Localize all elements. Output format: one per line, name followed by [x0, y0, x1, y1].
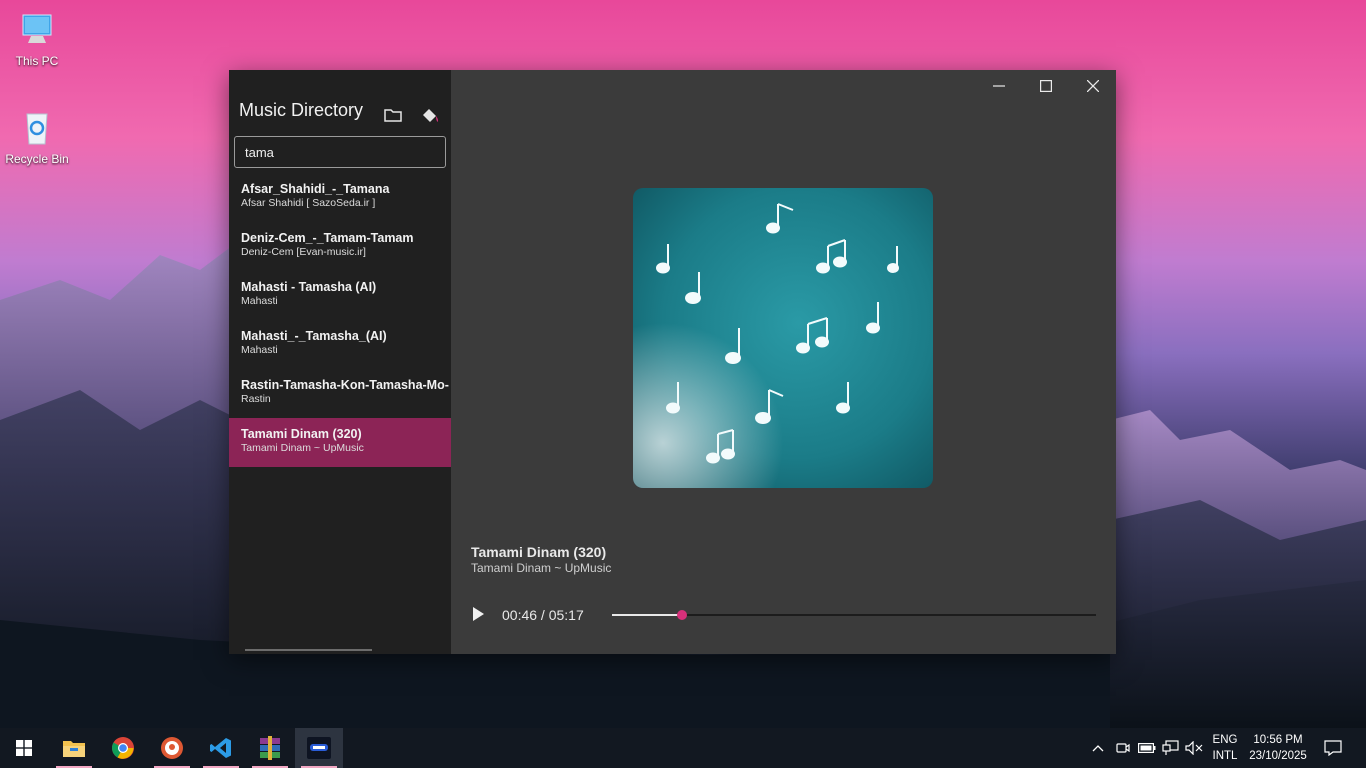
maximize-button[interactable]: [1031, 76, 1061, 96]
network-tray-button[interactable]: [1161, 738, 1181, 758]
volume-muted-icon: [1185, 741, 1203, 755]
song-title: Tamami Dinam (320): [241, 427, 362, 441]
song-title: Afsar_Shahidi_-_Tamana: [241, 182, 390, 196]
playback-time: 00:46 / 05:17: [502, 607, 584, 623]
song-artist: Rastin: [241, 393, 271, 405]
taskbar-music-player[interactable]: [295, 728, 343, 768]
close-icon: [1087, 80, 1099, 92]
notification-icon: [1324, 740, 1342, 756]
battery-tray-button[interactable]: [1137, 738, 1157, 758]
horizontal-scrollbar[interactable]: [245, 649, 372, 651]
taskbar-chrome[interactable]: [99, 728, 147, 768]
volume-tray-button[interactable]: [1184, 738, 1204, 758]
theme-color-button[interactable]: [419, 104, 441, 126]
language-code: ENG: [1212, 734, 1238, 746]
recycle-bin-desktop-icon[interactable]: Recycle Bin: [2, 108, 72, 166]
music-player-window: Music Directory Afsar_Shahidi_-_Tamana A…: [229, 70, 1116, 654]
minimize-icon: [993, 85, 1005, 87]
chrome-icon: [112, 737, 134, 759]
song-artist: Tamami Dinam ~ UpMusic: [241, 442, 364, 454]
desktop-icon-label: Recycle Bin: [5, 152, 69, 166]
taskbar-vscode[interactable]: [197, 728, 245, 768]
minimize-button[interactable]: [984, 76, 1014, 96]
meet-now-tray-button[interactable]: [1113, 738, 1133, 758]
this-pc-desktop-icon[interactable]: This PC: [2, 10, 72, 68]
folder-icon: [384, 109, 402, 122]
album-cover-art: [633, 188, 933, 488]
winrar-icon: [260, 736, 280, 760]
now-playing-title: Tamami Dinam (320): [471, 544, 607, 560]
desktop-icon-label: This PC: [15, 54, 59, 68]
song-list-item[interactable]: Mahasti - Tamasha (AI) Mahasti: [229, 271, 451, 320]
taskbar: ENG INTL 10:56 PM 23/10/2025: [0, 728, 1366, 768]
song-list-item[interactable]: Afsar_Shahidi_-_Tamana Afsar Shahidi [ S…: [229, 173, 451, 222]
song-list-item[interactable]: Deniz-Cem_-_Tamam-Tamam Deniz-Cem [Evan-…: [229, 222, 451, 271]
play-icon: [473, 607, 484, 621]
taskbar-winrar[interactable]: [246, 728, 294, 768]
song-list: Afsar_Shahidi_-_Tamana Afsar Shahidi [ S…: [229, 173, 451, 467]
clock-time: 10:56 PM: [1253, 734, 1303, 746]
duckduckgo-icon: [161, 737, 183, 759]
paint-bucket-icon: [423, 109, 438, 122]
now-playing-artist: Tamami Dinam ~ UpMusic: [471, 561, 612, 575]
taskbar-clock[interactable]: 10:56 PM 23/10/2025: [1244, 732, 1312, 764]
song-title: Mahasti_-_Tamasha_(AI): [241, 329, 387, 343]
song-title: Rastin-Tamasha-Kon-Tamasha-Mo-: [241, 378, 449, 392]
folder-icon: [63, 741, 85, 757]
play-button[interactable]: [469, 605, 487, 623]
music-app-icon: [307, 737, 331, 759]
windows-logo-icon: [16, 740, 32, 756]
input-language-indicator[interactable]: ENG INTL: [1210, 732, 1240, 764]
seek-thumb[interactable]: [677, 610, 688, 620]
action-center-button[interactable]: [1323, 738, 1343, 758]
keyboard-layout: INTL: [1212, 750, 1238, 762]
song-list-item[interactable]: Rastin-Tamasha-Kon-Tamasha-Mo- Rastin: [229, 369, 451, 418]
network-icon: [1162, 740, 1179, 755]
song-title: Mahasti - Tamasha (AI): [241, 280, 377, 294]
clock-date: 23/10/2025: [1249, 750, 1307, 762]
sidebar: Music Directory Afsar_Shahidi_-_Tamana A…: [229, 70, 451, 654]
search-input[interactable]: [234, 136, 446, 168]
taskbar-duckduckgo[interactable]: [148, 728, 196, 768]
sidebar-title: Music Directory: [239, 100, 364, 120]
song-title: Deniz-Cem_-_Tamam-Tamam: [241, 231, 414, 245]
maximize-icon: [1040, 80, 1052, 92]
song-artist: Mahasti: [241, 344, 278, 356]
camera-icon: [1116, 743, 1130, 753]
seek-slider[interactable]: [612, 607, 1096, 623]
computer-icon: [17, 10, 57, 50]
song-artist: Deniz-Cem [Evan-music.ir]: [241, 246, 366, 258]
song-list-item-selected[interactable]: Tamami Dinam (320) Tamami Dinam ~ UpMusi…: [229, 418, 451, 467]
taskbar-file-explorer[interactable]: [50, 728, 98, 768]
close-button[interactable]: [1078, 76, 1108, 96]
recycle-bin-icon: [17, 108, 57, 148]
song-list-item[interactable]: Mahasti_-_Tamasha_(AI) Mahasti: [229, 320, 451, 369]
chevron-up-icon: [1092, 745, 1104, 752]
song-artist: Mahasti: [241, 295, 278, 307]
show-hidden-icons-button[interactable]: [1088, 738, 1108, 758]
seek-progress: [612, 614, 683, 616]
battery-icon: [1138, 743, 1156, 753]
song-artist: Afsar Shahidi [ SazoSeda.ir ]: [241, 197, 376, 209]
start-button[interactable]: [0, 728, 48, 768]
open-folder-button[interactable]: [382, 104, 404, 126]
vscode-icon: [210, 738, 231, 758]
